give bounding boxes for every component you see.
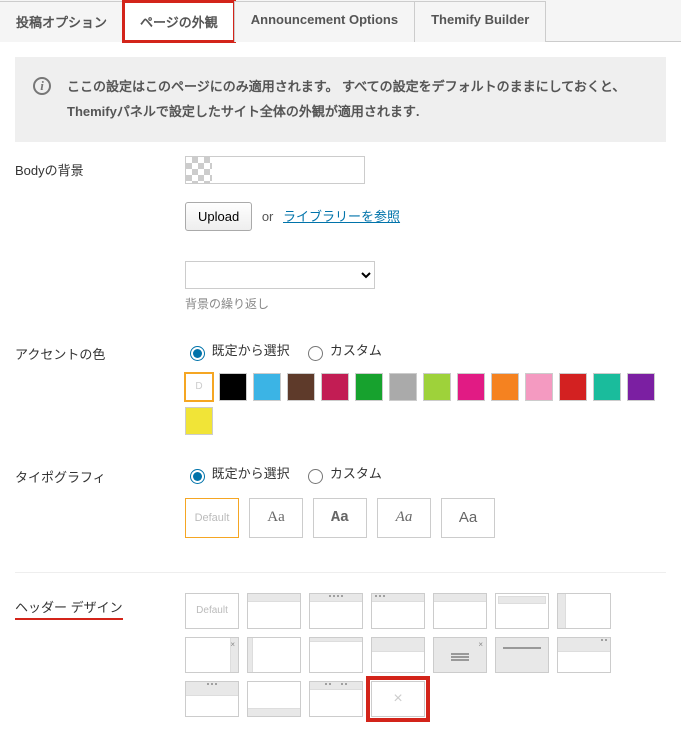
hd-boxed-layout[interactable]	[495, 593, 549, 629]
hd-boxed-content[interactable]	[433, 593, 487, 629]
info-box: i ここの設定はこのページにのみ適用されます。 すべての設定をデフォルトのままに…	[15, 57, 666, 142]
bg-repeat-select[interactable]	[185, 261, 375, 289]
separator	[15, 572, 666, 573]
swatch-black[interactable]	[219, 373, 247, 401]
typo-slab[interactable]: Aa	[313, 498, 367, 538]
tab-post-options[interactable]: 投稿オプション	[0, 1, 124, 42]
hd-top-bar[interactable]	[309, 637, 363, 673]
hd-slide-out[interactable]: ×	[185, 637, 239, 673]
library-link[interactable]: ライブラリーを参照	[283, 209, 400, 224]
typography-options: Default Aa Aa Aa Aa	[185, 498, 666, 538]
typo-radio-preset[interactable]: 既定から選択	[185, 466, 293, 481]
transparent-checker-icon	[186, 157, 212, 183]
typography-label: タイポグラフィ	[15, 463, 185, 486]
accent-radio-preset-input[interactable]	[190, 346, 205, 361]
info-text: ここの設定はこのページにのみ適用されます。 すべての設定をデフォルトのままにして…	[67, 79, 625, 119]
swatch-lime[interactable]	[423, 373, 451, 401]
swatch-skyblue[interactable]	[253, 373, 281, 401]
accent-radio-custom-input[interactable]	[308, 346, 323, 361]
typo-sans[interactable]: Aa	[441, 498, 495, 538]
hd-left-pane[interactable]	[557, 593, 611, 629]
hd-magazine[interactable]	[557, 637, 611, 673]
close-icon: ×	[372, 682, 424, 716]
swatch-gray[interactable]	[389, 373, 417, 401]
swatch-orange[interactable]	[491, 373, 519, 401]
swatch-magenta[interactable]	[457, 373, 485, 401]
swatch-crimson[interactable]	[321, 373, 349, 401]
swatch-pink[interactable]	[525, 373, 553, 401]
hd-none[interactable]: ×	[371, 681, 425, 717]
accent-radio-preset[interactable]: 既定から選択	[185, 343, 293, 358]
swatch-brown[interactable]	[287, 373, 315, 401]
hd-horizontal[interactable]	[309, 593, 363, 629]
hd-menu-split[interactable]	[309, 681, 363, 717]
tab-themify-builder[interactable]: Themify Builder	[414, 1, 546, 42]
panel: i ここの設定はこのページにのみ適用されます。 すべての設定をデフォルトのままに…	[0, 42, 681, 746]
body-bg-label: Bodyの背景	[15, 156, 185, 179]
or-text: or	[262, 209, 274, 224]
hd-boxed-compact[interactable]	[371, 637, 425, 673]
accent-swatches: D	[185, 373, 665, 435]
typo-italic[interactable]: Aa	[377, 498, 431, 538]
accent-radio-custom[interactable]: カスタム	[303, 343, 382, 358]
swatch-yellow[interactable]	[185, 407, 213, 435]
typo-default[interactable]: Default	[185, 498, 239, 538]
hd-classic[interactable]	[185, 681, 239, 717]
swatch-green[interactable]	[355, 373, 383, 401]
hd-top-widget[interactable]	[371, 593, 425, 629]
bg-color-input[interactable]	[185, 156, 365, 184]
hd-bottom[interactable]	[247, 681, 301, 717]
hd-overlay[interactable]: ×	[433, 637, 487, 673]
hd-default[interactable]: Default	[185, 593, 239, 629]
tab-announcement-options[interactable]: Announcement Options	[234, 1, 415, 42]
header-design-label: ヘッダー デザイン	[15, 593, 185, 620]
swatch-red[interactable]	[559, 373, 587, 401]
tab-bar: 投稿オプション ページの外観 Announcement Options Them…	[0, 0, 681, 42]
swatch-default[interactable]: D	[185, 373, 213, 401]
field-typography: タイポグラフィ 既定から選択 カスタム Default Aa Aa Aa Aa	[15, 449, 666, 552]
header-design-options: Default × × ×	[185, 593, 665, 717]
field-accent-color: アクセントの色 既定から選択 カスタム D	[15, 326, 666, 449]
swatch-teal[interactable]	[593, 373, 621, 401]
tab-page-appearance[interactable]: ページの外観	[123, 1, 235, 42]
swatch-purple[interactable]	[627, 373, 655, 401]
hd-min-bar[interactable]	[247, 637, 301, 673]
field-header-design: ヘッダー デザイン Default × ×	[15, 579, 666, 731]
typo-serif[interactable]: Aa	[249, 498, 303, 538]
field-body-background: Bodyの背景 Upload or ライブラリーを参照 背景の繰り返し	[15, 142, 666, 326]
hd-block[interactable]	[247, 593, 301, 629]
accent-label: アクセントの色	[15, 340, 185, 363]
typo-radio-custom-input[interactable]	[308, 469, 323, 484]
bg-repeat-hint: 背景の繰り返し	[185, 295, 666, 312]
hd-stripe[interactable]	[495, 637, 549, 673]
typo-radio-custom[interactable]: カスタム	[303, 466, 382, 481]
info-icon: i	[33, 77, 51, 95]
upload-button[interactable]: Upload	[185, 202, 252, 231]
typo-radio-preset-input[interactable]	[190, 469, 205, 484]
